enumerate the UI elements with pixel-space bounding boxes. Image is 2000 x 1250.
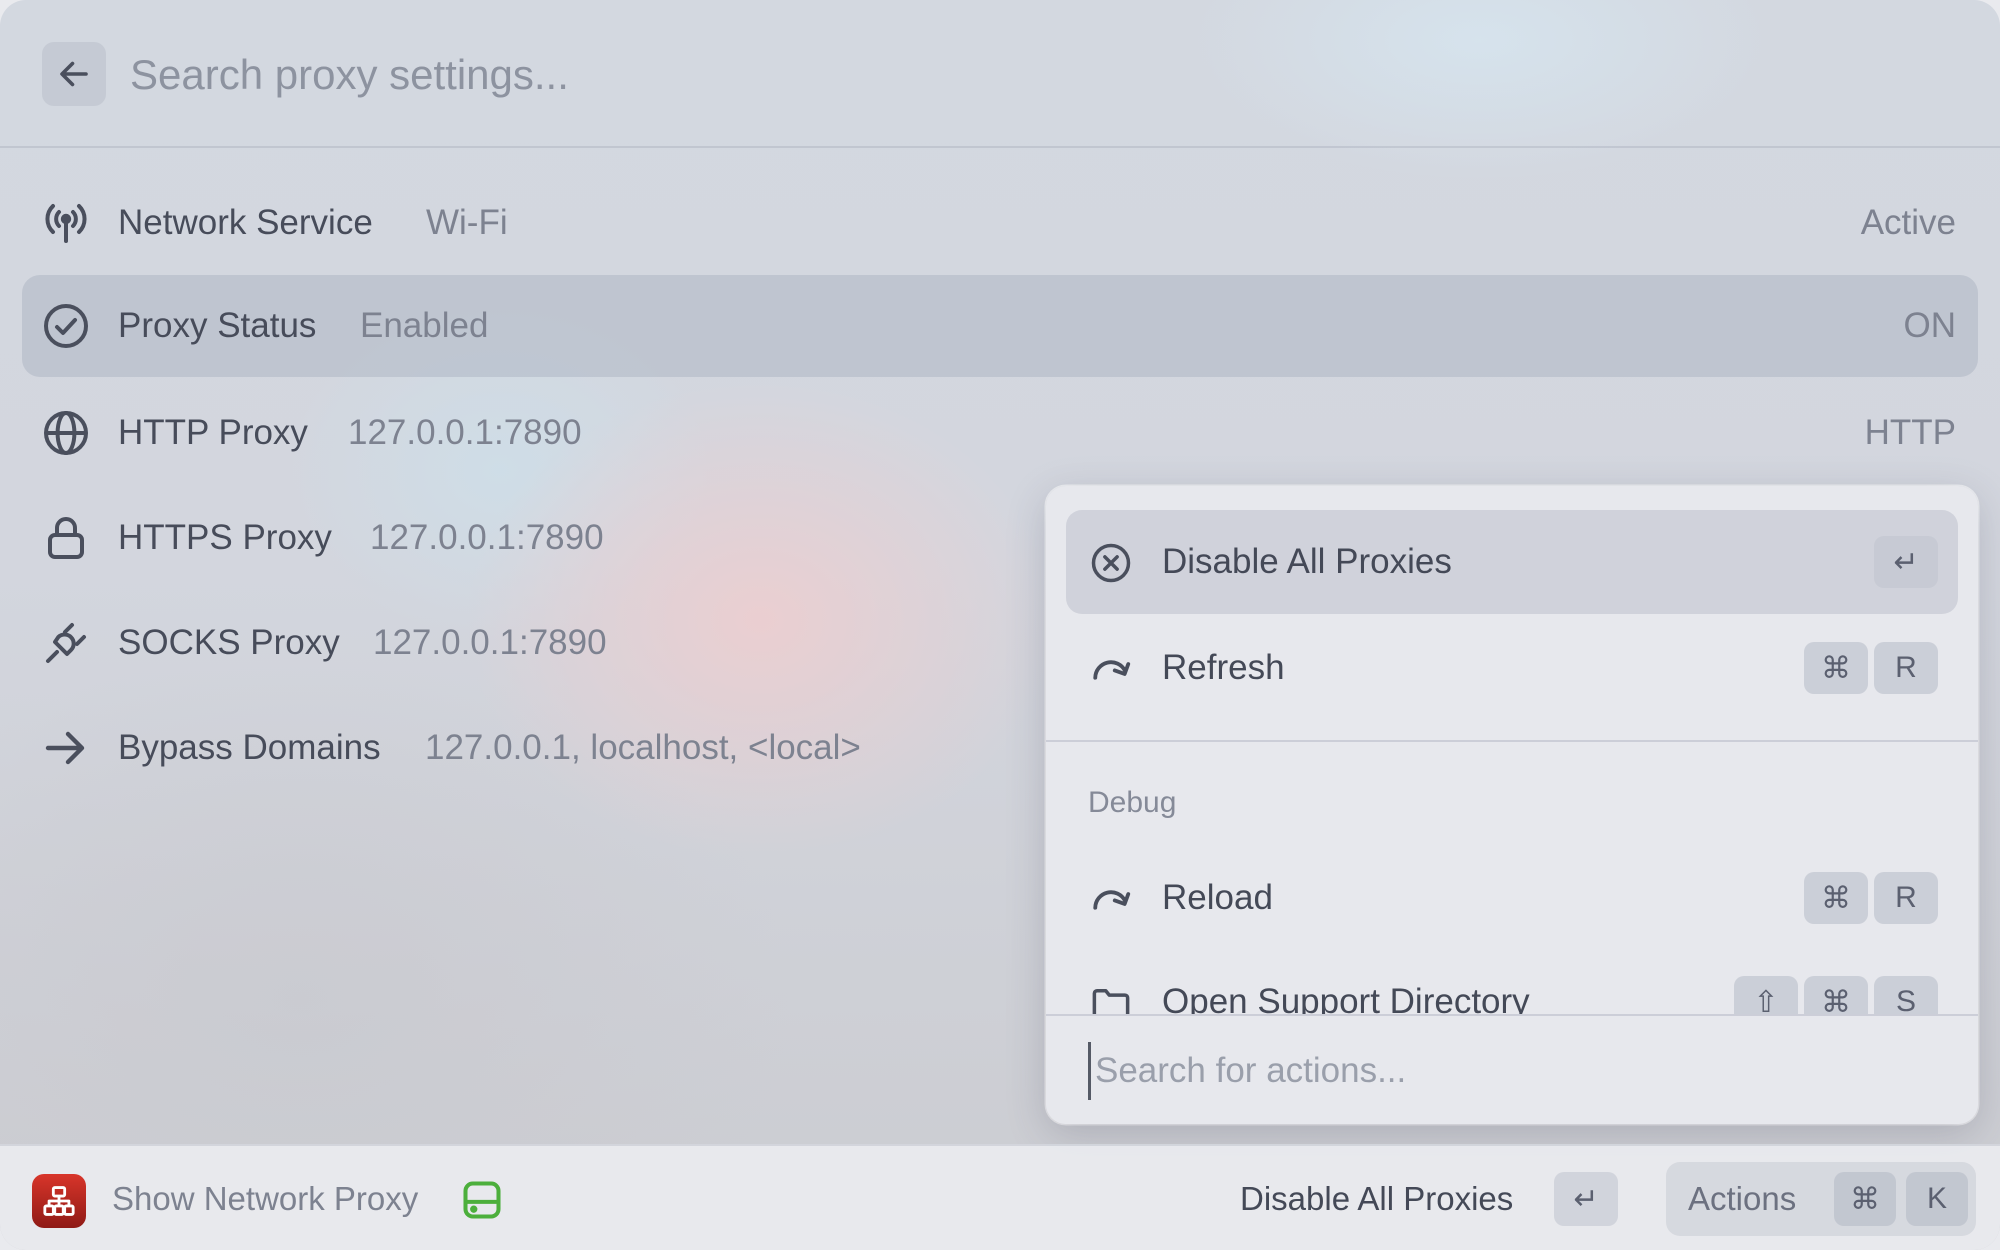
x-circle-icon (1091, 543, 1131, 583)
arrow-right-icon (45, 731, 85, 765)
list-item-title: Proxy Status (118, 306, 317, 345)
action-refresh[interactable]: Refresh ⌘ R (1066, 616, 1958, 720)
network-hierarchy-icon (43, 1186, 75, 1216)
back-button[interactable] (42, 42, 106, 106)
raycast-window: Network Service Wi-Fi Active Proxy Statu… (0, 0, 2000, 1250)
hard-drive-icon (463, 1181, 501, 1219)
redo-arrow-icon (1093, 890, 1131, 910)
action-search-input[interactable] (1088, 1042, 1957, 1100)
letter-key: R (1874, 642, 1938, 694)
list-item-subtitle: Wi-Fi (426, 203, 508, 242)
action-disable-all-proxies[interactable]: Disable All Proxies ↵ (1066, 510, 1958, 614)
list-item-subtitle: 127.0.0.1, localhost, <local> (425, 728, 861, 767)
command-key: ⌘ (1804, 642, 1868, 694)
list-item-subtitle: 127.0.0.1:7890 (348, 413, 582, 452)
action-search-bar (1046, 1014, 1978, 1124)
search-header (0, 0, 2000, 148)
list-item-title: SOCKS Proxy (118, 623, 340, 662)
list-item-network-service[interactable]: Network Service Wi-Fi Active (22, 172, 1978, 274)
return-key: ↵ (1554, 1172, 1618, 1226)
antenna-icon (45, 204, 87, 243)
arrow-left-icon (60, 61, 88, 87)
list-item-title: Network Service (118, 203, 373, 242)
checkmark-circle-icon (44, 304, 88, 348)
divider (1046, 740, 1978, 742)
action-label: Refresh (1162, 648, 1285, 687)
shortcut: ↵ (1874, 536, 1938, 588)
letter-key: R (1874, 872, 1938, 924)
shortcut: ⌘ R (1804, 872, 1938, 924)
section-title: Debug (1088, 786, 1177, 819)
shortcut: ⌘ R (1804, 642, 1938, 694)
letter-key: K (1906, 1172, 1968, 1226)
list-item-proxy-status[interactable]: Proxy Status Enabled ON (22, 275, 1978, 377)
primary-action-button[interactable]: Disable All Proxies (1240, 1146, 1513, 1250)
lock-icon (48, 517, 84, 559)
redo-arrow-icon (1093, 660, 1131, 680)
list-item-subtitle: Enabled (360, 306, 489, 345)
list-item-accessory: Active (1860, 203, 1956, 242)
action-panel: Disable All Proxies ↵ Refresh ⌘ R Debug … (1046, 486, 1978, 1124)
search-input[interactable] (128, 42, 1832, 108)
list-item-title: HTTPS Proxy (118, 518, 332, 557)
actions-button[interactable]: Actions ⌘ K (1666, 1162, 1976, 1236)
list-item-accessory: HTTP (1864, 413, 1956, 452)
list-item-http-proxy[interactable]: HTTP Proxy 127.0.0.1:7890 HTTP (22, 382, 1978, 484)
command-key: ⌘ (1834, 1172, 1896, 1226)
app-icon (32, 1174, 86, 1228)
plug-icon (46, 623, 86, 663)
globe-icon (44, 411, 88, 455)
actions-label: Actions (1688, 1180, 1797, 1217)
list-item-title: HTTP Proxy (118, 413, 308, 452)
command-key: ⌘ (1804, 872, 1868, 924)
return-key: ↵ (1874, 536, 1938, 588)
action-label: Reload (1162, 878, 1273, 917)
list-item-accessory: ON (1903, 306, 1957, 345)
list-item-title: Bypass Domains (118, 728, 381, 767)
footer-bar: Show Network Proxy Disable All Proxies ↵… (0, 1144, 2000, 1250)
action-reload[interactable]: Reload ⌘ R (1066, 846, 1958, 950)
list-item-subtitle: 127.0.0.1:7890 (373, 623, 607, 662)
command-title: Show Network Proxy (112, 1180, 419, 1217)
action-label: Disable All Proxies (1162, 542, 1452, 581)
list-item-subtitle: 127.0.0.1:7890 (370, 518, 604, 557)
